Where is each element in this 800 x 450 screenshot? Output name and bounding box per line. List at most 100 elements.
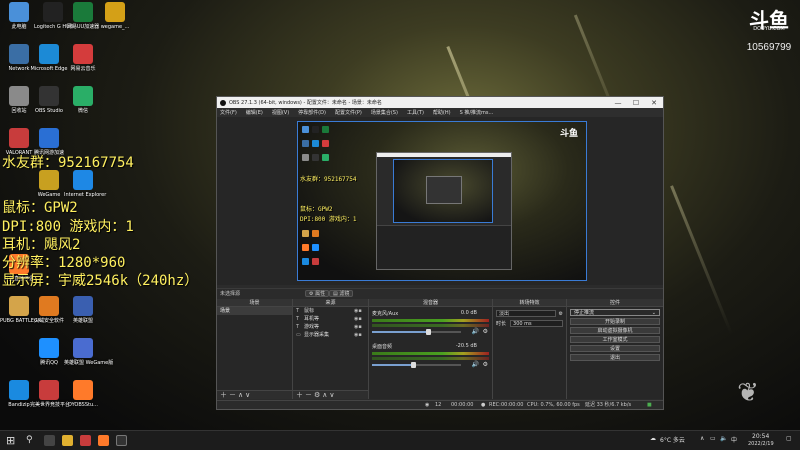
volume-slider[interactable]: 🔊 ⚙ bbox=[372, 361, 489, 368]
mini-desktop-icon bbox=[312, 154, 319, 161]
desktop-icon[interactable]: 完美世界竞技平台 bbox=[30, 380, 70, 408]
task-view-icon[interactable] bbox=[44, 435, 55, 446]
network-icon[interactable]: ▭ bbox=[710, 435, 716, 442]
mini-desktop-icon bbox=[302, 154, 309, 161]
scene-item[interactable]: 场景 bbox=[217, 307, 292, 315]
desktop-icon[interactable]: Internet Explorer bbox=[64, 170, 106, 198]
overlay-fan-group: 水友群：952167754 bbox=[2, 155, 134, 171]
desktop-icon-label: DYOBSStu... bbox=[68, 402, 98, 408]
minimize-button[interactable]: — bbox=[609, 99, 627, 107]
preview-canvas[interactable]: 水友群：952167754 鼠标：GPW2 DPI:800 游戏内：1 斗鱼 bbox=[297, 121, 587, 281]
desktop-app-icon bbox=[73, 170, 93, 190]
exit-button[interactable]: 退出 bbox=[570, 354, 660, 361]
source-item[interactable]: T 耳机等 ◉▪ bbox=[293, 315, 368, 323]
speaker-icon[interactable]: 🔊 bbox=[472, 328, 479, 335]
menu-scene-collection[interactable]: 场景集合(S) bbox=[371, 109, 398, 116]
mini-desktop-icon bbox=[312, 230, 319, 237]
ime-indicator[interactable]: 中 bbox=[731, 435, 737, 444]
desktop-app-icon bbox=[9, 86, 29, 106]
desktop-icon[interactable]: 英雄联盟 WeGame版 bbox=[64, 338, 113, 366]
clock-time[interactable]: 20:54 bbox=[752, 433, 769, 440]
mini-desktop-icon bbox=[322, 154, 329, 161]
chevron-down-icon: ⌄ bbox=[651, 310, 656, 316]
duration-input[interactable]: 300 ms bbox=[510, 320, 563, 327]
source-toolbar: 未选择源 ⚙ 属性 ▤ 滤镜 bbox=[217, 288, 663, 297]
obs-statusbar: ◉ 12 00:00:00 ● REC: 00:00:00 CPU: 0.7%,… bbox=[217, 400, 663, 409]
controls-dock: 控件 停止推流 ⌄ 开始录制 启动虚拟摄像机 工作室模式 设置 退出 bbox=[567, 299, 663, 399]
source-item[interactable]: ▭ 显示器采集 ◉▪ bbox=[293, 331, 368, 339]
studio-mode-button[interactable]: 工作室模式 bbox=[570, 336, 660, 343]
file-explorer-icon[interactable] bbox=[62, 435, 73, 446]
scenes-dock: 场景 场景 ＋－∧∨ bbox=[217, 299, 293, 399]
volume-slider[interactable]: 🔊 ⚙ bbox=[372, 328, 489, 335]
desktop-icon[interactable]: Microsoft Edge bbox=[30, 44, 68, 72]
desktop-icon[interactable]: 腾讯QQ bbox=[30, 338, 68, 366]
menu-docks[interactable]: 停靠部件(D) bbox=[298, 109, 326, 116]
menu-help[interactable]: 帮助(H) bbox=[433, 109, 451, 116]
filters-button[interactable]: ▤ 滤镜 bbox=[329, 290, 354, 297]
speaker-icon[interactable]: 🔊 bbox=[472, 361, 479, 368]
obs-taskbar-icon[interactable] bbox=[116, 435, 127, 446]
clock-date[interactable]: 2022/2/19 bbox=[748, 441, 774, 447]
desktop-app-icon bbox=[9, 380, 29, 400]
source-item[interactable]: T 游戏等 ◉▪ bbox=[293, 323, 368, 331]
channel-db: 0.0 dB bbox=[460, 310, 477, 316]
desktop-app-icon bbox=[73, 86, 93, 106]
douyu-app-icon[interactable] bbox=[98, 435, 109, 446]
stop-streaming-button[interactable]: 停止推流 ⌄ bbox=[570, 309, 660, 316]
desktop-app-icon bbox=[9, 128, 29, 148]
start-recording-button[interactable]: 开始录制 bbox=[570, 318, 660, 325]
display-capture-icon: ▭ bbox=[296, 332, 301, 338]
mini-desktop-icon bbox=[312, 140, 319, 147]
gear-icon[interactable]: ⚙ bbox=[483, 328, 488, 335]
menu-edit[interactable]: 编辑(E) bbox=[246, 109, 263, 116]
weather-icon[interactable]: ☁ bbox=[650, 435, 656, 442]
desktop-icon[interactable]: wegame_... bbox=[96, 2, 134, 30]
mini-desktop-icon bbox=[312, 244, 319, 251]
mini-desktop-icon bbox=[302, 258, 309, 265]
source-item[interactable]: T 鼠标 ◉▪ bbox=[293, 307, 368, 315]
channel-db: -20.5 dB bbox=[455, 343, 477, 349]
desktop-icon[interactable]: 此电脑 bbox=[0, 2, 38, 30]
gear-icon[interactable]: ⚙ bbox=[483, 361, 488, 368]
start-icon[interactable]: ⊞ bbox=[6, 435, 17, 446]
settings-button[interactable]: 设置 bbox=[570, 345, 660, 352]
sources-toolbar[interactable]: ＋－⚙∧∨ bbox=[293, 390, 368, 399]
properties-button[interactable]: ⚙ 属性 bbox=[305, 290, 330, 297]
visibility-icon[interactable]: ◉▪ bbox=[354, 323, 368, 331]
start-virtual-camera-button[interactable]: 启动虚拟摄像机 bbox=[570, 327, 660, 334]
maximize-button[interactable]: ☐ bbox=[627, 99, 645, 107]
menu-file[interactable]: 文件(F) bbox=[220, 109, 237, 116]
taskbar-app-icon[interactable] bbox=[80, 435, 91, 446]
search-icon[interactable]: ⚲ bbox=[26, 435, 37, 446]
desktop-icon[interactable]: WeGame bbox=[30, 170, 68, 198]
rec-label: REC: bbox=[489, 402, 501, 408]
desktop-icon[interactable]: 英雄联盟 bbox=[64, 296, 102, 324]
scenes-header: 场景 bbox=[217, 299, 292, 307]
menu-extra[interactable]: S 推/推流ms... bbox=[460, 109, 494, 116]
desktop-icon[interactable]: OBS Studio bbox=[30, 86, 68, 114]
desktop-icon-label: 火绒安全软件 bbox=[33, 318, 64, 324]
volume-icon[interactable]: 🔈 bbox=[720, 435, 727, 442]
close-button[interactable]: ✕ bbox=[645, 99, 663, 107]
scenes-toolbar[interactable]: ＋－∧∨ bbox=[217, 390, 292, 399]
obs-titlebar[interactable]: OBS 27.1.3 (64-bit, windows) - 配置文件：未命名 … bbox=[217, 97, 663, 108]
desktop-icon-label: 微信 bbox=[77, 108, 88, 114]
menu-view[interactable]: 视图(V) bbox=[272, 109, 289, 116]
live-time: 00:00:00 bbox=[451, 402, 474, 408]
gear-icon[interactable]: ⚙ bbox=[559, 311, 563, 317]
transition-type-row[interactable]: 淡出 ⚙ bbox=[496, 310, 563, 317]
weather-text[interactable]: 6°C 多云 bbox=[660, 435, 685, 444]
visibility-icon[interactable]: ◉▪ bbox=[354, 307, 368, 315]
notification-icon[interactable]: ▢ bbox=[786, 435, 792, 442]
visibility-icon[interactable]: ◉▪ bbox=[354, 331, 368, 339]
desktop-icon[interactable]: DYOBSStu... bbox=[64, 380, 102, 408]
transition-select[interactable]: 淡出 bbox=[496, 310, 556, 317]
desktop-icon[interactable]: 火绒安全软件 bbox=[30, 296, 68, 324]
desktop-icon[interactable]: 网易云音乐 bbox=[64, 44, 102, 72]
desktop-icon[interactable]: 微信 bbox=[64, 86, 102, 114]
tray-chevron-icon[interactable]: ∧ bbox=[700, 435, 704, 442]
visibility-icon[interactable]: ◉▪ bbox=[354, 315, 368, 323]
menu-tools[interactable]: 工具(T) bbox=[407, 109, 424, 116]
menu-profile[interactable]: 配置文件(P) bbox=[335, 109, 362, 116]
